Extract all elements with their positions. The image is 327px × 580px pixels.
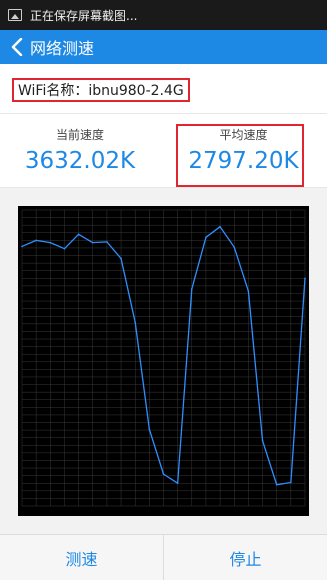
data-point	[91, 241, 94, 244]
average-speed-value: 2797.20K	[188, 148, 299, 174]
average-speed-label: 平均速度	[219, 128, 268, 142]
data-point	[21, 245, 23, 248]
chevron-left-icon	[11, 38, 23, 56]
data-point	[176, 482, 179, 485]
data-point	[275, 483, 278, 486]
page-title: 网络测速	[30, 39, 95, 58]
data-point	[106, 241, 108, 243]
current-speed-value: 3632.02K	[24, 148, 136, 174]
data-point	[49, 241, 52, 244]
status-text: 正在保存屏幕截图...	[30, 8, 138, 23]
wifi-name: WiFi名称：ibnu980-2.4G	[18, 83, 184, 99]
wifi-row: WiFi名称：ibnu980-2.4G	[0, 64, 327, 114]
status-bar: 正在保存屏幕截图...	[0, 0, 327, 30]
title-bar: 网络测速	[0, 30, 327, 64]
data-point	[205, 236, 207, 239]
current-speed-label: 当前速度	[55, 128, 104, 142]
bottom-bar: 测速 停止	[0, 534, 327, 580]
current-speed: 当前速度 3632.02K	[0, 114, 160, 188]
speed-chart	[18, 206, 309, 516]
average-speed: 平均速度 2797.20K	[160, 114, 327, 188]
data-point	[162, 473, 165, 475]
chart-area	[0, 188, 327, 534]
data-point	[120, 257, 122, 260]
data-point	[290, 481, 292, 484]
image-icon	[8, 9, 22, 21]
data-point	[304, 277, 306, 280]
data-point	[63, 247, 66, 250]
data-point	[148, 428, 151, 431]
test-button[interactable]: 测速	[0, 535, 163, 580]
data-point	[219, 225, 221, 228]
data-point	[261, 439, 264, 442]
data-point	[247, 290, 250, 293]
data-point	[134, 321, 136, 324]
stop-button[interactable]: 停止	[163, 535, 327, 580]
data-point	[77, 233, 80, 236]
data-point	[35, 239, 37, 242]
wifi-name-highlight: WiFi名称：ibnu980-2.4G	[12, 78, 190, 102]
speed-panel: 当前速度 3632.02K 平均速度 2797.20K	[0, 114, 327, 188]
data-point	[233, 246, 236, 248]
back-button[interactable]	[4, 30, 30, 64]
data-point	[191, 288, 193, 290]
